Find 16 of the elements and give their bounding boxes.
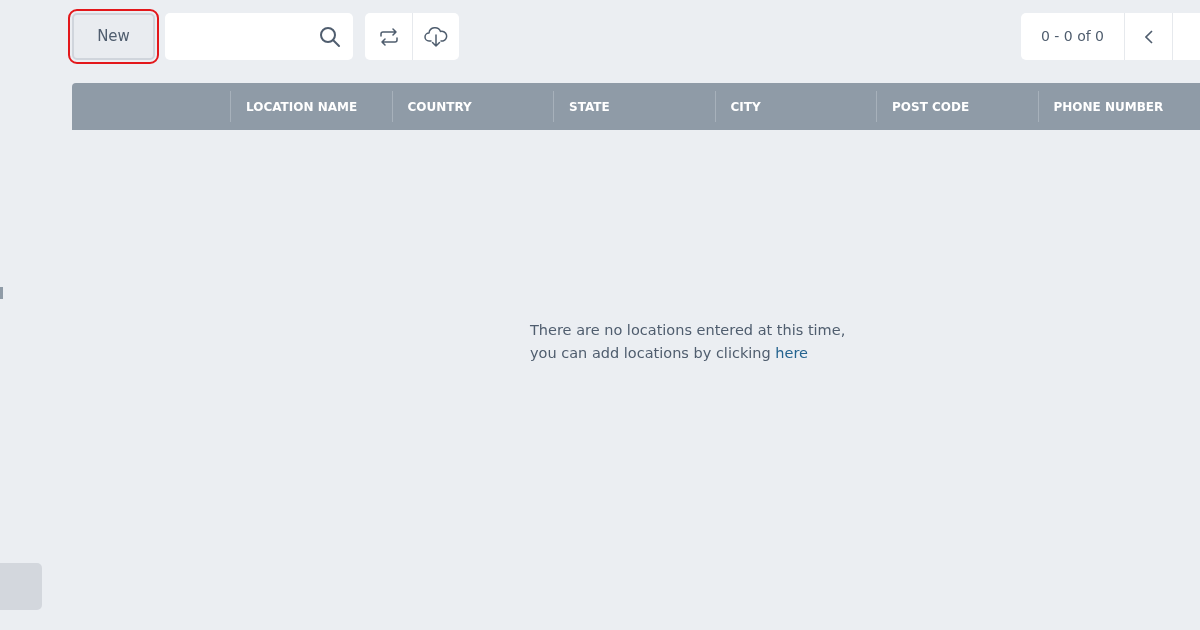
search-icon [319, 25, 341, 48]
swap-arrows-icon [378, 27, 399, 46]
side-panel-tab[interactable] [0, 563, 42, 610]
here-link[interactable]: here [775, 345, 809, 361]
scroll-marker [0, 287, 3, 299]
page-range: 0 - 0 of 0 [1021, 13, 1125, 60]
column-header[interactable]: LOCATION NAME [230, 91, 392, 122]
column-header[interactable]: CITY [714, 91, 876, 122]
column-header[interactable]: PHONE NUMBER [1037, 91, 1199, 122]
empty-message: There are no locations entered at this time, you can add locations by clicking here [530, 321, 846, 363]
chevron-left-icon [1144, 29, 1153, 44]
cloud-download-icon [424, 25, 448, 48]
search-field[interactable] [165, 13, 353, 60]
column-header[interactable]: POST CODE [876, 91, 1038, 122]
column-header[interactable]: COUNTRY [391, 91, 553, 122]
column-header[interactable]: STATE [553, 91, 715, 122]
